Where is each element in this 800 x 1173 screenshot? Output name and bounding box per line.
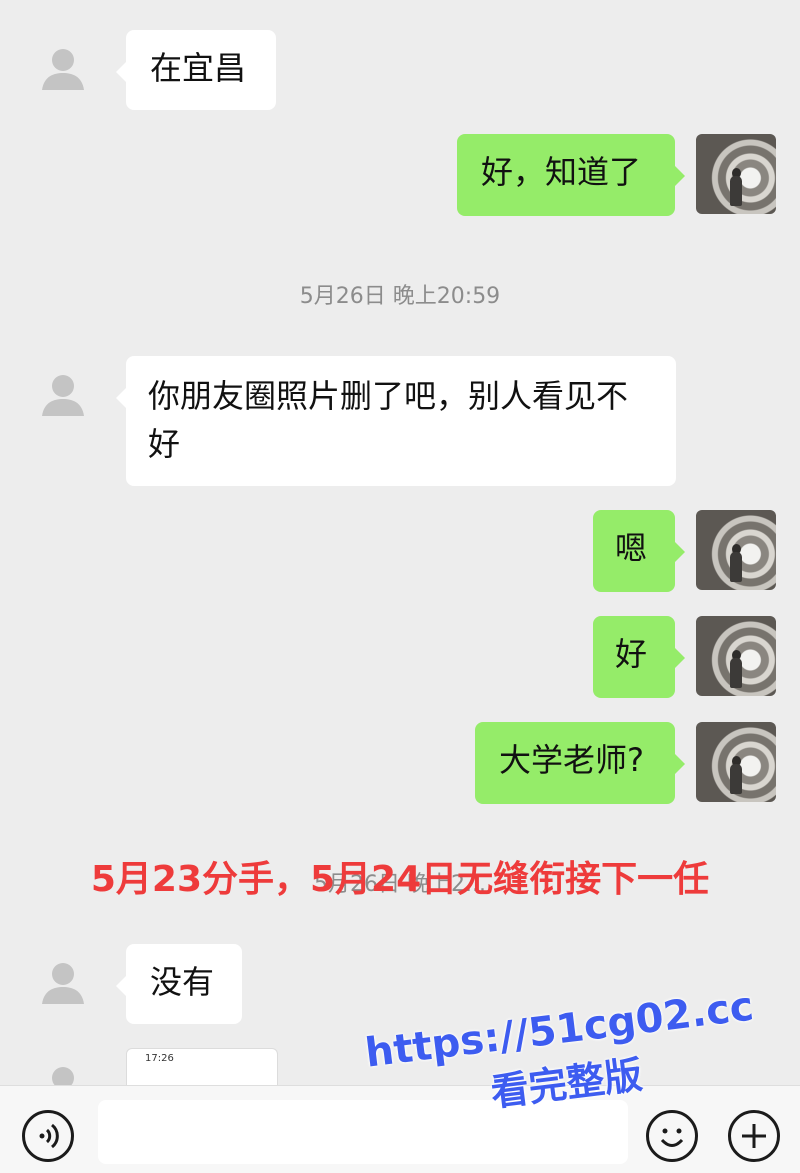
- overlay-caption: 5月23分手，5月24日无缝衔接下一任: [90, 859, 710, 900]
- avatar-figure-body: [730, 552, 742, 582]
- message-text: 没有: [150, 963, 215, 1001]
- message-bubble[interactable]: 你朋友圈照片删了吧，别人看见不好: [116, 356, 676, 486]
- message-bubble[interactable]: 在宜昌: [116, 30, 276, 110]
- timestamp: 5月26日 晚上20:59: [299, 284, 501, 309]
- message-text: 好，知道了: [481, 153, 642, 191]
- message-bubble[interactable]: 大学老师?: [475, 722, 685, 804]
- chat-area[interactable]: 在宜昌 好，知道了 5月26日 晚上20:59 你朋友圈照片删了吧，别人看见不好…: [0, 0, 800, 1085]
- default-avatar-icon[interactable]: [38, 1062, 88, 1085]
- default-avatar-icon[interactable]: [38, 44, 88, 94]
- message-bubble[interactable]: 好，知道了: [457, 134, 685, 216]
- voice-icon[interactable]: [22, 1110, 74, 1162]
- avatar-figure-body: [730, 658, 742, 688]
- screenshot-preview-card[interactable]: 17:26: [126, 1048, 278, 1085]
- message-text: 好: [615, 635, 648, 673]
- message-text: 大学老师?: [499, 741, 644, 779]
- default-avatar-icon[interactable]: [38, 370, 88, 420]
- message-bubble[interactable]: 嗯: [593, 510, 685, 592]
- default-avatar-icon[interactable]: [38, 958, 88, 1008]
- message-bubble[interactable]: 好: [593, 616, 685, 698]
- user-avatar[interactable]: [696, 616, 776, 696]
- message-text: 你朋友圈照片删了吧，别人看见不好: [148, 377, 629, 463]
- avatar-figure-body: [730, 764, 742, 794]
- user-avatar[interactable]: [696, 134, 776, 214]
- user-avatar[interactable]: [696, 722, 776, 802]
- message-text: 嗯: [615, 529, 648, 567]
- message-bubble[interactable]: 没有: [116, 944, 242, 1024]
- user-avatar[interactable]: [696, 510, 776, 590]
- preview-time: 17:26: [145, 1053, 174, 1064]
- avatar-figure-body: [730, 176, 742, 206]
- message-text: 在宜昌: [150, 49, 247, 87]
